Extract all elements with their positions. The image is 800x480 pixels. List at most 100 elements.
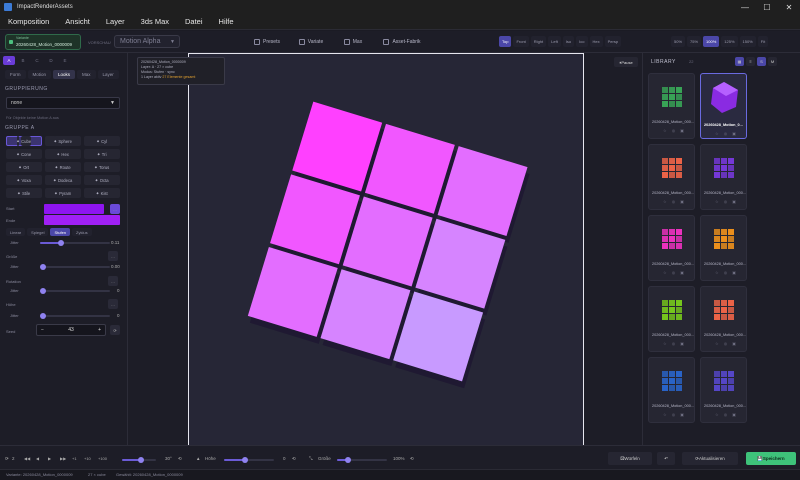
aktualisieren-button[interactable]: ⟳ Aktualisieren xyxy=(682,452,738,465)
slider-knob[interactable] xyxy=(138,457,144,463)
slider-knob[interactable] xyxy=(40,288,46,294)
groesse-menu-button[interactable]: … xyxy=(108,251,118,261)
view-persp-button[interactable]: Persp xyxy=(604,36,622,47)
shape-button-kist[interactable]: ◆ Kist xyxy=(84,188,120,198)
tile-action-icons[interactable]: ☆ ◎ ▣ xyxy=(715,270,738,275)
shape-button-octa[interactable]: ◆ Octa xyxy=(84,175,120,185)
mode-spiegel[interactable]: Spiegel xyxy=(27,228,49,236)
library-tile[interactable]: 20260428_Motion_000... ☆ ◎ ▣ xyxy=(648,144,695,210)
variant-badge[interactable]: Variante 20260428_Motion_0000009 xyxy=(5,34,81,50)
rotation-slider[interactable] xyxy=(122,457,156,463)
layer-tab-a[interactable]: A xyxy=(3,56,15,65)
gruppierung-select[interactable]: none ▼ xyxy=(6,97,120,109)
nav-next[interactable]: ▶ xyxy=(48,456,51,461)
tab-motion[interactable]: Motion xyxy=(27,70,52,79)
preset-dropdown[interactable]: Motion Alpha ▼ xyxy=(114,35,180,48)
library-tile[interactable]: 20260428_Motion_0... ☆ ◎ ▣ xyxy=(700,73,747,139)
menu-hilfe[interactable]: Hilfe xyxy=(219,17,234,26)
shape-button-sphere[interactable]: ◆ Sphere xyxy=(45,136,81,146)
tile-action-icons[interactable]: ☆ ◎ ▣ xyxy=(663,199,686,204)
library-tile[interactable]: 20260428_Motion_000... ☆ ◎ ▣ xyxy=(700,144,747,210)
tile-action-icons[interactable]: ☆ ◎ ▣ xyxy=(663,341,686,346)
rotation-menu-button[interactable]: … xyxy=(108,276,118,286)
slider-knob[interactable] xyxy=(40,264,46,270)
groesse-reset-icon[interactable]: ⟲ xyxy=(410,456,414,462)
tile-action-icons[interactable]: ☆ ◎ ▣ xyxy=(715,341,738,346)
shape-button-cyl[interactable]: ◆ Cyl xyxy=(84,136,120,146)
tile-action-icons[interactable]: ☆ ◎ ▣ xyxy=(715,128,738,139)
grid-view-icon[interactable]: ▦ xyxy=(735,57,744,66)
start-color-picker-button[interactable]: … xyxy=(110,204,120,214)
tile-action-icons[interactable]: ☆ ◎ ▣ xyxy=(663,270,686,275)
menu-komposition[interactable]: Komposition xyxy=(8,17,49,26)
groesse-slider[interactable] xyxy=(337,457,387,463)
hoehe-slider[interactable] xyxy=(224,457,274,463)
seed-stepper[interactable]: − 43 + xyxy=(36,324,106,336)
tab-form[interactable]: Form xyxy=(5,70,26,79)
shape-button-dodeca[interactable]: ◆ Dodeca xyxy=(45,175,81,185)
menu-layer[interactable]: Layer xyxy=(106,17,125,26)
zoom-150-button[interactable]: 150% xyxy=(739,36,756,47)
close-button[interactable]: ✕ xyxy=(778,0,800,14)
hoehe-slider[interactable] xyxy=(40,313,110,319)
nav-plus10[interactable]: +10 xyxy=(84,456,91,461)
start-color-swatch[interactable] xyxy=(44,204,104,214)
jitter-slider[interactable] xyxy=(40,240,110,246)
library-tile[interactable]: 20260428_Motion_000... ☆ ◎ ▣ xyxy=(648,286,695,352)
wuerfeln-button[interactable]: ⚄ Würfeln xyxy=(608,452,652,465)
library-tile[interactable]: 20260428_Motion_000... ☆ ◎ ▣ xyxy=(700,357,747,423)
layer-tab-e[interactable]: E xyxy=(59,56,71,65)
nav-last[interactable]: ▶▶ xyxy=(60,456,66,461)
seed-random-button[interactable]: ⟳ xyxy=(110,325,120,335)
shape-button-pyram[interactable]: ◆ Pyram xyxy=(45,188,81,198)
menu-ansicht[interactable]: Ansicht xyxy=(65,17,90,26)
mode-stufen[interactable]: Stufen xyxy=(50,228,71,236)
view-left-button[interactable]: Left xyxy=(548,36,561,47)
tile-action-icons[interactable]: ☆ ◎ ▣ xyxy=(715,199,738,204)
refresh-icon[interactable]: ⟳ xyxy=(5,456,9,462)
render-canvas[interactable] xyxy=(188,53,584,447)
groesse-slider[interactable] xyxy=(40,264,110,270)
zoom-50-button[interactable]: 50% xyxy=(671,36,686,47)
mode-zyklus[interactable]: Zyklus xyxy=(72,228,92,236)
library-tile[interactable]: 20260428_Motion_000... ☆ ◎ ▣ xyxy=(648,73,695,139)
undo-button[interactable]: ↶ xyxy=(657,452,675,465)
nav-plus1[interactable]: +1 xyxy=(72,456,77,461)
variate-button[interactable]: Variate xyxy=(296,36,326,48)
hoehe-menu-button[interactable]: … xyxy=(108,299,118,309)
presets-button[interactable]: Presets xyxy=(252,36,282,48)
zoom-fit-button[interactable]: Fit xyxy=(757,36,769,47)
shape-button-stile[interactable]: ◆ Stile xyxy=(6,188,42,198)
layer-tab-c[interactable]: C xyxy=(31,56,43,65)
zoom-75-button[interactable]: 75% xyxy=(687,36,702,47)
tile-action-icons[interactable]: ☆ ◎ ▣ xyxy=(715,412,738,417)
menu-3dsmax[interactable]: 3ds Max xyxy=(141,17,169,26)
size-medium-icon[interactable]: M xyxy=(768,57,777,66)
seed-minus-button[interactable]: − xyxy=(41,327,44,333)
minimize-button[interactable]: — xyxy=(734,0,756,14)
view-top-button[interactable]: Top xyxy=(499,36,512,47)
slider-knob[interactable] xyxy=(40,313,46,319)
pause-button[interactable]: ⏸ Pause xyxy=(614,57,638,67)
maximize-button[interactable]: ☐ xyxy=(756,0,778,14)
seed-plus-button[interactable]: + xyxy=(98,327,101,333)
shape-button-torus[interactable]: ◆ Torus xyxy=(84,162,120,172)
shape-button-voxa[interactable]: ◆ Voxa xyxy=(6,175,42,185)
ende-color-swatch[interactable] xyxy=(44,215,120,225)
tab-max[interactable]: Max xyxy=(77,70,96,79)
view-right-button[interactable]: Right xyxy=(530,36,547,47)
layer-tab-b[interactable]: B xyxy=(17,56,29,65)
shape-button-route[interactable]: ◆ Route xyxy=(45,162,81,172)
zoom-125-button[interactable]: 125% xyxy=(721,36,738,47)
nav-first[interactable]: ◀◀ xyxy=(24,456,30,461)
nav-prev[interactable]: ◀ xyxy=(36,456,39,461)
tile-action-icons[interactable]: ☆ ◎ ▣ xyxy=(663,412,686,417)
slider-knob[interactable] xyxy=(58,240,64,246)
speichern-button[interactable]: 💾 Speichern xyxy=(746,452,796,465)
rotation-slider[interactable] xyxy=(40,288,110,294)
library-tile[interactable]: 20260428_Motion_000... ☆ ◎ ▣ xyxy=(700,215,747,281)
slider-knob[interactable] xyxy=(242,457,248,463)
shape-button-hex[interactable]: ◆ Hex xyxy=(45,149,81,159)
rotation-reset-icon[interactable]: ⟲ xyxy=(178,456,182,462)
size-small-icon[interactable]: S xyxy=(757,57,766,66)
